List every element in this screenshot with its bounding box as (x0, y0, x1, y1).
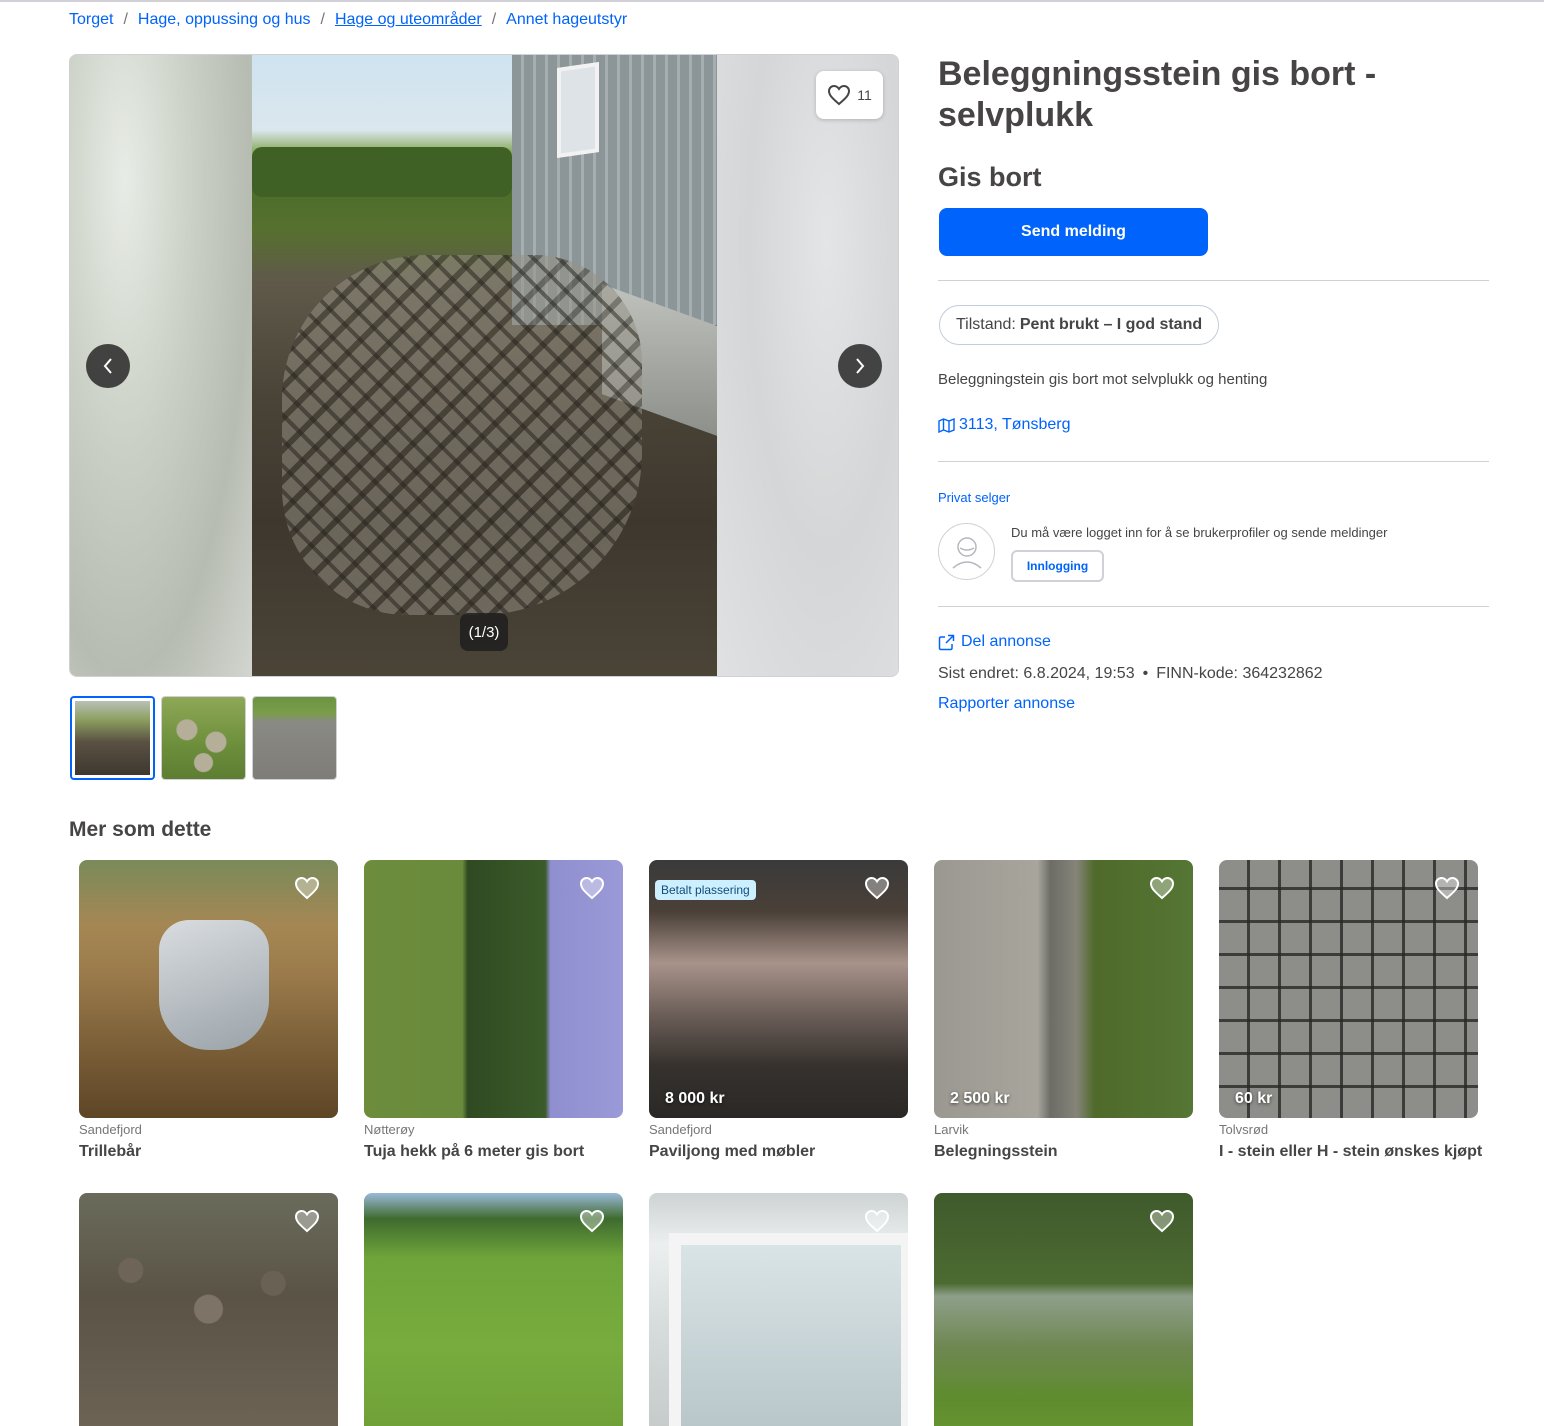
breadcrumb-hage-uteomrader[interactable]: Hage og uteområder (335, 11, 482, 29)
send-message-button[interactable]: Send melding (939, 208, 1208, 256)
map-icon (938, 417, 955, 433)
next-image-button[interactable] (838, 344, 882, 388)
recommendation-card[interactable] (649, 1193, 908, 1426)
breadcrumb-hage-oppussing[interactable]: Hage, oppussing og hus (138, 11, 311, 29)
card-photo: 60 kr (1219, 860, 1478, 1118)
divider (938, 606, 1489, 607)
thumbnail-2[interactable] (161, 696, 246, 780)
card-location: Sandefjord (79, 1122, 142, 1137)
card-price: 60 kr (1235, 1090, 1273, 1107)
heart-icon[interactable] (579, 1209, 605, 1233)
share-listing-link[interactable]: Del annonse (938, 633, 1051, 651)
share-icon (938, 634, 955, 650)
card-photo (649, 1193, 908, 1426)
report-listing-link[interactable]: Rapporter annonse (938, 695, 1075, 713)
card-photo: 2 500 kr (934, 860, 1193, 1118)
recommendation-card[interactable] (364, 1193, 623, 1426)
card-title: I - stein eller H - stein ønskes kjøpt (1219, 1143, 1483, 1160)
card-title: Paviljong med møbler (649, 1143, 816, 1160)
divider (938, 280, 1489, 281)
share-label: Del annonse (961, 633, 1051, 650)
card-price: 2 500 kr (950, 1090, 1010, 1107)
top-border (0, 0, 1544, 2)
finn-code: FINN-kode: 364232862 (1156, 665, 1323, 682)
divider (938, 461, 1489, 462)
card-location: Tolvsrød (1219, 1122, 1269, 1137)
card-title: Tuja hekk på 6 meter gis bort (364, 1143, 585, 1160)
last-changed: Sist endret: 6.8.2024, 19:53 (938, 665, 1135, 682)
chevron-right-icon (856, 358, 865, 374)
recommendations-title: Mer som dette (69, 818, 212, 841)
listing-title: Beleggningsstein gis bort - selvplukk (938, 55, 1377, 134)
thumbnail-1[interactable] (70, 696, 155, 780)
listing-description: Beleggningstein gis bort mot selvplukk o… (938, 371, 1268, 388)
login-note: Du må være logget inn for å se brukerpro… (1011, 525, 1388, 540)
heart-icon[interactable] (1434, 876, 1460, 900)
location-text: 3113, Tønsberg (959, 416, 1071, 433)
card-location: Larvik (934, 1122, 969, 1137)
listing-meta: Sist endret: 6.8.2024, 19:53 • FINN-kode: … (938, 665, 1323, 683)
thumbnail-image (162, 697, 245, 779)
heart-icon[interactable] (864, 876, 890, 900)
thumbnail-image (75, 701, 150, 775)
seller-type-label: Privat selger (938, 490, 1011, 505)
breadcrumb-separator: / (491, 11, 497, 28)
recommendation-card[interactable] (79, 1193, 338, 1426)
breadcrumb-annet-hageutstyr[interactable]: Annet hageutstyr (506, 11, 627, 29)
card-photo (79, 860, 338, 1118)
photo-window (557, 62, 599, 158)
breadcrumb-torget[interactable]: Torget (69, 11, 113, 29)
photo-stones (282, 255, 642, 615)
seller-avatar (938, 523, 995, 580)
heart-icon (828, 84, 851, 106)
heart-icon[interactable] (294, 1209, 320, 1233)
card-title: Trillebår (79, 1143, 142, 1160)
image-gallery: 11 (1/3) (69, 54, 899, 677)
card-photo (364, 860, 623, 1118)
card-photo (364, 1193, 623, 1426)
condition-badge: Tilstand: Pent brukt – I god stand (939, 305, 1220, 345)
recommendation-card[interactable]: 2 500 kr Larvik Belegningsstein (934, 860, 1193, 1161)
heart-icon[interactable] (579, 876, 605, 900)
login-button[interactable]: Innlogging (1011, 550, 1104, 582)
card-location: Sandefjord (649, 1122, 712, 1137)
card-photo (79, 1193, 338, 1426)
condition-label: Tilstand: (956, 316, 1016, 333)
previous-image-button[interactable] (86, 344, 130, 388)
recommendation-card[interactable]: Betalt plassering 8 000 kr Sandefjord Pa… (649, 860, 908, 1161)
photo-hedge (252, 147, 512, 197)
image-counter: (1/3) (460, 613, 508, 651)
breadcrumb: Torget / Hage, oppussing og hus / Hage o… (69, 10, 627, 30)
chevron-left-icon (103, 358, 112, 374)
condition-value: Pent brukt – I god stand (1019, 316, 1203, 333)
card-location: Nøtterøy (364, 1122, 415, 1137)
favorite-count: 11 (857, 87, 872, 103)
heart-icon[interactable] (1149, 1209, 1175, 1233)
card-photo: Betalt plassering 8 000 kr (649, 860, 908, 1118)
user-avatar-icon (952, 536, 981, 569)
main-photo[interactable] (252, 55, 717, 676)
thumbnail-strip (70, 696, 337, 780)
thumbnail-3[interactable] (252, 696, 337, 780)
location-link[interactable]: 3113, Tønsberg (938, 416, 1070, 434)
heart-icon[interactable] (864, 1209, 890, 1233)
breadcrumb-separator: / (320, 11, 325, 28)
recommendation-card[interactable]: Nøtterøy Tuja hekk på 6 meter gis bort (364, 860, 623, 1161)
heart-icon[interactable] (294, 876, 320, 900)
card-price: 8 000 kr (665, 1090, 725, 1107)
heart-icon[interactable] (1149, 876, 1175, 900)
paid-placement-badge: Betalt plassering (655, 880, 756, 900)
listing-price: Gis bort (938, 162, 1042, 192)
recommendation-card[interactable]: Sandefjord Trillebår (79, 860, 338, 1161)
card-photo (934, 1193, 1193, 1426)
thumbnail-image (253, 697, 336, 779)
card-title: Belegningsstein (934, 1143, 1058, 1160)
breadcrumb-separator: / (123, 11, 128, 28)
recommendation-card[interactable] (934, 1193, 1193, 1426)
recommendation-card[interactable]: 60 kr Tolvsrød I - stein eller H - stein… (1219, 860, 1483, 1161)
favorite-button[interactable]: 11 (816, 71, 883, 119)
meta-dot: • (1142, 665, 1149, 682)
